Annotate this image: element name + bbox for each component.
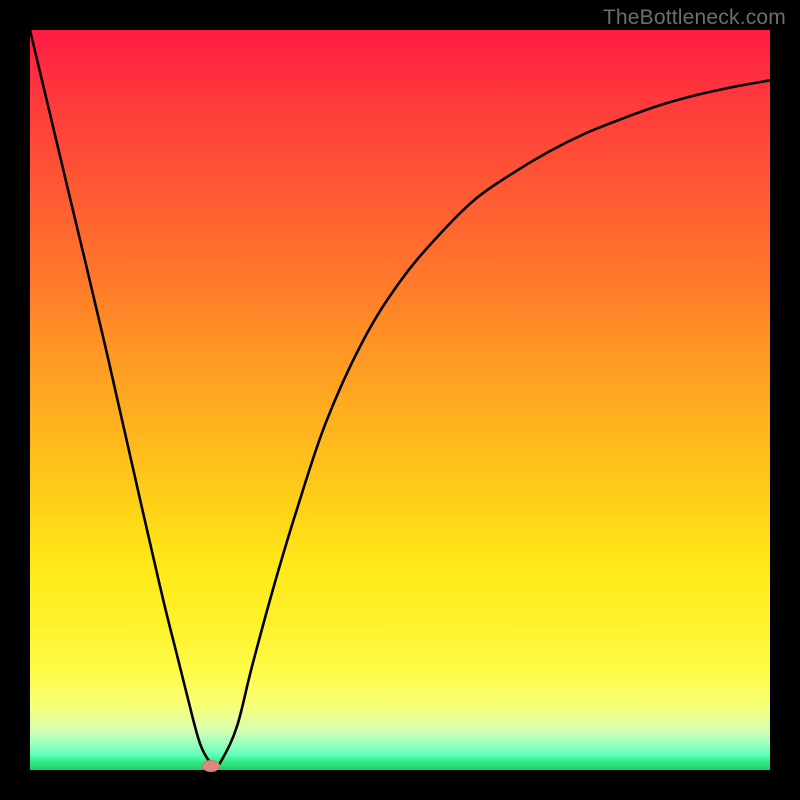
watermark-text: TheBottleneck.com [603, 6, 786, 30]
optimal-point-marker [202, 760, 220, 772]
plot-area [30, 30, 770, 770]
bottleneck-curve-path [30, 30, 770, 766]
chart-frame: TheBottleneck.com [0, 0, 800, 800]
curve-svg [30, 30, 770, 770]
